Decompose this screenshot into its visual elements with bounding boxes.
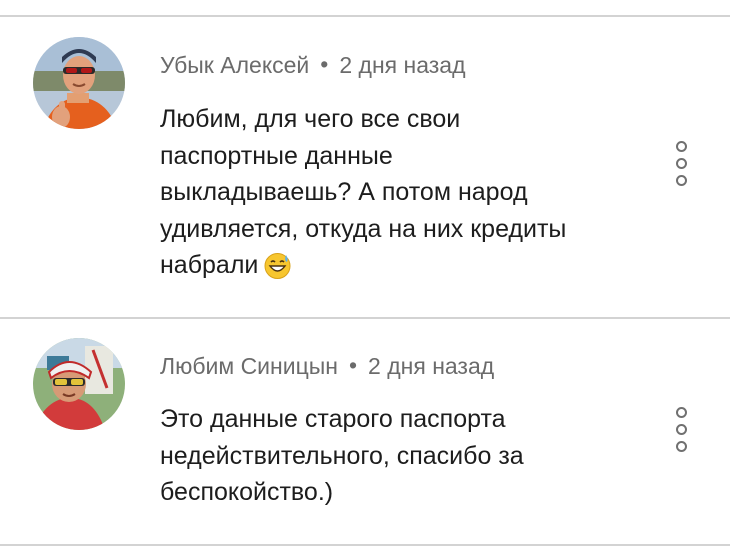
- comment-text-line: недействительного, спасибо за: [160, 441, 524, 470]
- comment-text-line: выкладываешь? А потом народ: [160, 178, 528, 206]
- dot-icon: [676, 141, 687, 152]
- comment-text-line: беспокойство.): [160, 478, 334, 506]
- more-options-button[interactable]: [671, 407, 691, 457]
- comment-item: Убык Алексей • 2 дня назад Любим, для чего…: [0, 17, 730, 317]
- dot-icon: [676, 407, 687, 418]
- bottom-divider: [0, 544, 730, 546]
- comment-text-line: набрали: [160, 247, 566, 290]
- comment-text-line: Любим, для чего все свои: [160, 105, 461, 133]
- comment-text: Это данные старого паспорта недействител…: [160, 401, 524, 511]
- comment-timestamp: 2 дня назад: [368, 353, 495, 379]
- comment-meta: Убык Алексей • 2 дня назад: [160, 51, 466, 79]
- more-options-button[interactable]: [671, 141, 691, 191]
- grinning-sweat-emoji-icon: [264, 252, 291, 290]
- comment-item: Любим Синицын • 2 дня назад Это данные ста…: [0, 319, 730, 545]
- dot-icon: [676, 175, 687, 186]
- author-name[interactable]: Любим Синицын: [160, 353, 338, 379]
- avatar[interactable]: [33, 338, 125, 430]
- comment-timestamp: 2 дня назад: [339, 52, 466, 78]
- comment-meta: Любим Синицын • 2 дня назад: [160, 352, 495, 380]
- meta-separator: •: [348, 352, 358, 378]
- comment-text-line: Это данные старого паспорта: [160, 405, 506, 433]
- dot-icon: [676, 441, 687, 452]
- avatar[interactable]: [33, 37, 125, 129]
- dot-icon: [676, 424, 687, 435]
- comment-text-line: удивляется, откуда на них кредиты: [160, 214, 567, 243]
- comment-text: Любим, для чего все свои паспортные данн…: [160, 101, 566, 290]
- comment-text-line: паспортные данные: [160, 141, 393, 170]
- author-name[interactable]: Убык Алексей: [160, 52, 309, 78]
- meta-separator: •: [320, 51, 329, 77]
- dot-icon: [676, 158, 687, 169]
- comment-text-line-content: набрали: [160, 251, 259, 279]
